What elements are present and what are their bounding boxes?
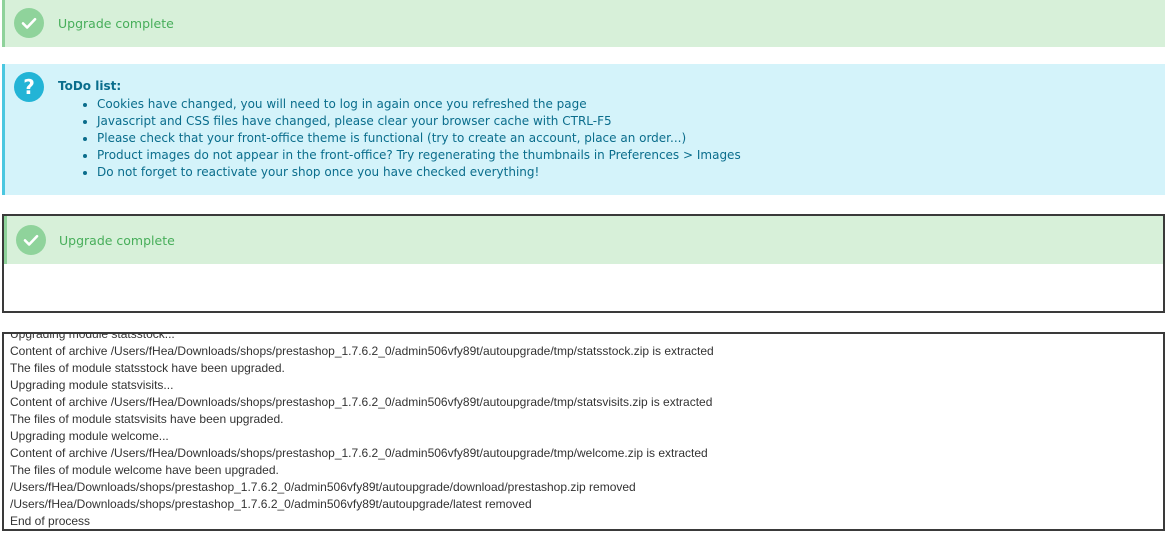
- log-line: Upgrading module statsvisits...: [10, 378, 174, 392]
- todo-item: Cookies have changed, you will need to l…: [97, 96, 741, 113]
- log-line: The files of module statsvisits have bee…: [10, 412, 284, 426]
- upgrade-complete-text: Upgrade complete: [58, 16, 174, 31]
- log-line: Content of archive /Users/fHea/Downloads…: [10, 446, 708, 460]
- todo-list-alert: ? ToDo list: Cookies have changed, you w…: [2, 64, 1165, 195]
- check-circle-icon: [16, 225, 46, 255]
- question-circle-icon: ?: [14, 72, 44, 102]
- log-line: /Users/fHea/Downloads/shops/prestashop_1…: [10, 497, 532, 511]
- upgrade-complete-alert: Upgrade complete: [2, 0, 1165, 47]
- upgrade-complete-alert-boxed: Upgrade complete: [4, 216, 1163, 264]
- upgrade-result-panel: Upgrade complete: [2, 214, 1165, 313]
- log-line: /Users/fHea/Downloads/shops/prestashop_1…: [10, 480, 636, 494]
- todo-list: Cookies have changed, you will need to l…: [79, 96, 741, 181]
- upgrade-log-panel[interactable]: Upgrading module statsstock... Content o…: [2, 332, 1165, 531]
- log-line: End of process: [10, 514, 91, 528]
- upgrade-complete-text: Upgrade complete: [59, 233, 175, 248]
- log-line: Upgrading module welcome...: [10, 429, 169, 443]
- todo-title: ToDo list:: [58, 79, 122, 93]
- log-line: Content of archive /Users/fHea/Downloads…: [10, 395, 713, 409]
- todo-item: Product images do not appear in the fron…: [97, 147, 741, 164]
- todo-item: Please check that your front-office them…: [97, 130, 741, 147]
- todo-item: Javascript and CSS files have changed, p…: [97, 113, 741, 130]
- log-line: Content of archive /Users/fHea/Downloads…: [10, 344, 714, 358]
- todo-item: Do not forget to reactivate your shop on…: [97, 164, 741, 181]
- log-line: The files of module statsstock have been…: [10, 361, 285, 375]
- log-line: The files of module welcome have been up…: [10, 463, 279, 477]
- log-line: Upgrading module statsstock...: [10, 332, 175, 341]
- check-circle-icon: [14, 8, 44, 38]
- upgrade-log: Upgrading module statsstock... Content o…: [10, 332, 714, 529]
